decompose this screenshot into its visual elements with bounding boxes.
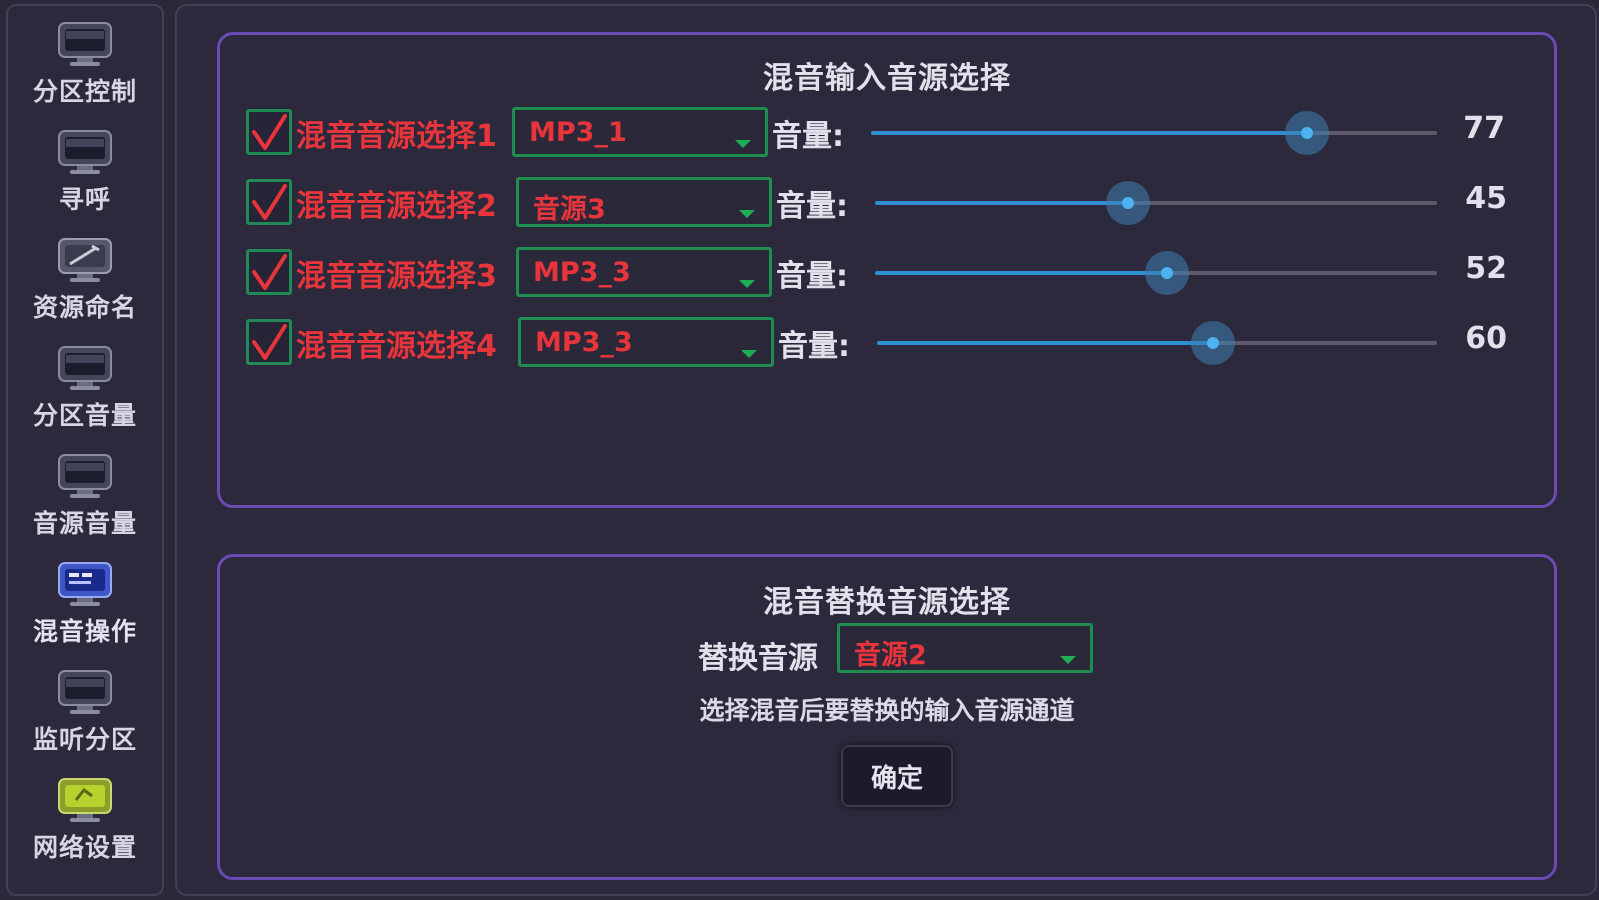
dropdown-value: MP3_1 bbox=[529, 117, 627, 148]
slider-fill bbox=[875, 271, 1168, 275]
sidebar-item-label: 资源命名 bbox=[32, 293, 137, 322]
mix-source-row: 混音音源选择1 MP3_1 音量: 77 bbox=[246, 105, 1546, 161]
mix-source-row: 混音音源选择4 MP3_3 音量: 60 bbox=[246, 315, 1546, 371]
monitor-icon bbox=[56, 344, 114, 394]
monitor-icon bbox=[56, 128, 114, 178]
mix-source-row: 混音音源选择3 MP3_3 音量: 52 bbox=[246, 245, 1546, 301]
mix-source-checkbox[interactable] bbox=[246, 179, 292, 225]
sidebar-item-network-settings[interactable]: 网络设置 bbox=[8, 762, 162, 872]
rename-monitor-icon bbox=[56, 236, 114, 286]
dropdown-value: 音源2 bbox=[854, 640, 927, 671]
mix-source-label: 混音音源选择3 bbox=[296, 259, 497, 294]
chevron-down-icon bbox=[739, 280, 755, 288]
mix-source-checkbox[interactable] bbox=[246, 109, 292, 155]
mix-input-group: 混音输入音源选择 混音音源选择1 MP3_1 音量: 77 混音音源选择2 音源… bbox=[217, 32, 1557, 508]
mix-source-row: 混音音源选择2 音源3 音量: 45 bbox=[246, 175, 1546, 231]
mix-source-label: 混音音源选择2 bbox=[296, 189, 497, 224]
volume-slider[interactable] bbox=[875, 181, 1437, 225]
slider-fill bbox=[871, 131, 1307, 135]
mix-source-dropdown[interactable]: MP3_3 bbox=[518, 317, 774, 367]
confirm-button[interactable]: 确定 bbox=[841, 745, 953, 807]
chevron-down-icon bbox=[735, 140, 751, 148]
volume-value: 52 bbox=[1465, 251, 1507, 286]
volume-label: 音量: bbox=[772, 119, 844, 154]
sidebar-item-monitor-zone[interactable]: 监听分区 bbox=[8, 654, 162, 764]
mix-source-dropdown[interactable]: MP3_3 bbox=[516, 247, 772, 297]
slider-thumb[interactable] bbox=[1284, 111, 1329, 155]
checkmark-icon bbox=[252, 324, 287, 360]
mix-source-checkbox[interactable] bbox=[246, 249, 292, 295]
sidebar-item-label: 音源音量 bbox=[32, 509, 137, 538]
replace-source-label: 替换音源 bbox=[698, 641, 818, 676]
monitor-icon bbox=[56, 668, 114, 718]
sidebar-item-label: 分区控制 bbox=[32, 77, 137, 106]
mix-source-label: 混音音源选择1 bbox=[296, 119, 497, 154]
slider-fill bbox=[877, 341, 1213, 345]
chevron-down-icon bbox=[739, 210, 755, 218]
network-monitor-icon bbox=[56, 776, 114, 826]
chevron-down-icon bbox=[1060, 656, 1076, 664]
chevron-down-icon bbox=[741, 350, 757, 358]
checkmark-icon bbox=[252, 184, 287, 220]
dropdown-value: MP3_3 bbox=[533, 257, 631, 288]
sidebar-item-zone-volume[interactable]: 分区音量 bbox=[8, 330, 162, 440]
volume-value: 45 bbox=[1465, 181, 1507, 216]
mix-source-dropdown[interactable]: MP3_1 bbox=[512, 107, 768, 157]
sidebar-item-source-volume[interactable]: 音源音量 bbox=[8, 438, 162, 548]
checkmark-icon bbox=[252, 254, 287, 290]
volume-value: 60 bbox=[1465, 321, 1507, 356]
mix-source-checkbox[interactable] bbox=[246, 319, 292, 365]
monitor-icon bbox=[56, 452, 114, 502]
replace-source-dropdown[interactable]: 音源2 bbox=[837, 623, 1093, 673]
mix-replace-group: 混音替换音源选择 替换音源 音源2 选择混音后要替换的输入音源通道 确定 bbox=[217, 554, 1557, 880]
sidebar-item-label: 网络设置 bbox=[32, 833, 137, 862]
slider-thumb[interactable] bbox=[1191, 321, 1235, 365]
monitor-icon bbox=[56, 20, 114, 70]
slider-thumb[interactable] bbox=[1105, 181, 1150, 225]
mix-input-title: 混音输入音源选择 bbox=[763, 61, 1011, 96]
app-root: 分区控制 寻呼 资源命名 分区音量 音源音量 混音操作 监听分区 网络设置 混音… bbox=[0, 0, 1599, 900]
sidebar-item-label: 监听分区 bbox=[32, 725, 137, 754]
volume-label: 音量: bbox=[776, 189, 848, 224]
sidebar: 分区控制 寻呼 资源命名 分区音量 音源音量 混音操作 监听分区 网络设置 bbox=[6, 4, 164, 896]
sidebar-item-label: 分区音量 bbox=[32, 401, 137, 430]
sidebar-item-label: 混音操作 bbox=[32, 617, 137, 646]
volume-label: 音量: bbox=[778, 329, 850, 364]
sidebar-item-zone-control[interactable]: 分区控制 bbox=[8, 6, 162, 116]
mix-source-dropdown[interactable]: 音源3 bbox=[516, 177, 772, 227]
volume-slider[interactable] bbox=[877, 321, 1437, 365]
sidebar-item-paging[interactable]: 寻呼 bbox=[8, 114, 162, 224]
mix-source-label: 混音音源选择4 bbox=[296, 329, 497, 364]
mix-replace-title: 混音替换音源选择 bbox=[763, 585, 1011, 620]
replace-hint: 选择混音后要替换的输入音源通道 bbox=[699, 696, 1075, 725]
slider-fill bbox=[875, 201, 1128, 205]
checkmark-icon bbox=[252, 114, 287, 150]
volume-slider[interactable] bbox=[871, 111, 1437, 155]
sidebar-item-label: 寻呼 bbox=[58, 185, 111, 214]
volume-slider[interactable] bbox=[875, 251, 1437, 295]
mixer-monitor-icon bbox=[56, 560, 114, 610]
sidebar-item-resource-naming[interactable]: 资源命名 bbox=[8, 222, 162, 332]
volume-label: 音量: bbox=[776, 259, 848, 294]
main-panel: 混音输入音源选择 混音音源选择1 MP3_1 音量: 77 混音音源选择2 音源… bbox=[175, 4, 1597, 896]
slider-thumb[interactable] bbox=[1145, 251, 1190, 295]
sidebar-item-mix-operation[interactable]: 混音操作 bbox=[8, 546, 162, 656]
dropdown-value: 音源3 bbox=[533, 194, 606, 225]
volume-value: 77 bbox=[1463, 111, 1505, 146]
dropdown-value: MP3_3 bbox=[535, 327, 633, 358]
